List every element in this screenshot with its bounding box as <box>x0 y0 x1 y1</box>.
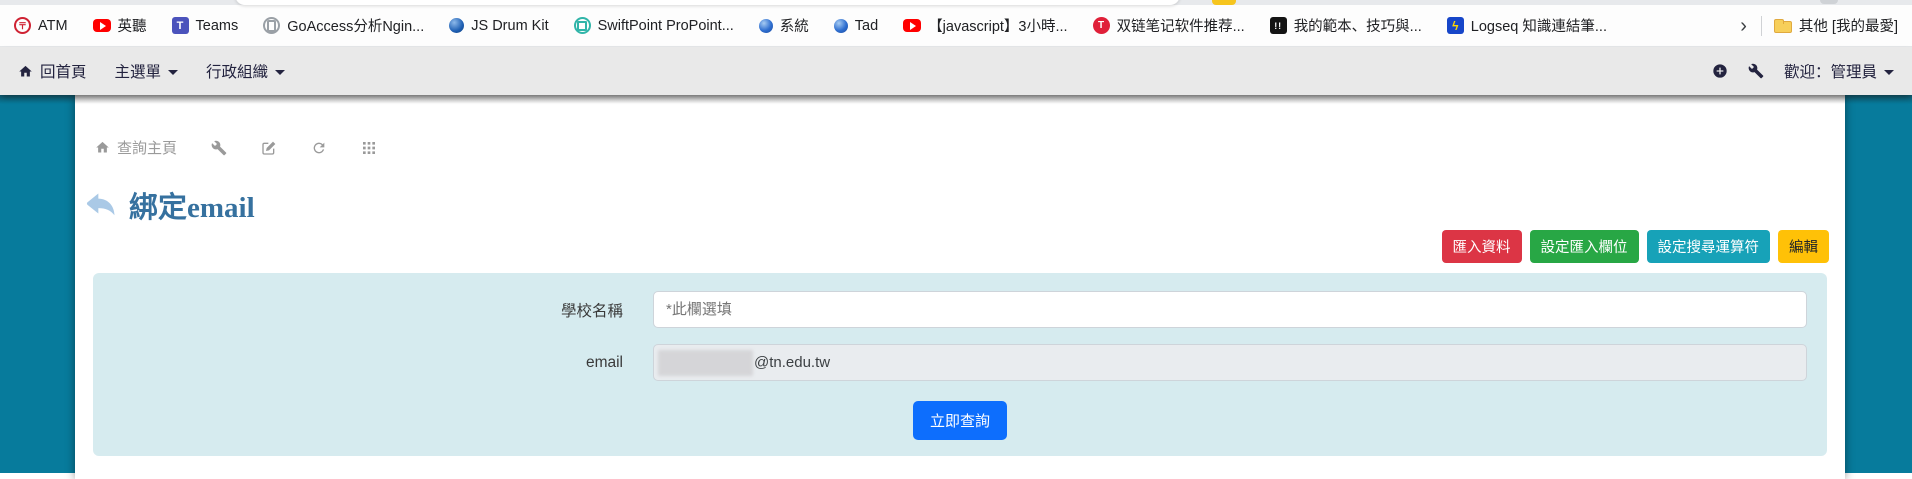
black-square-icon <box>1270 17 1287 34</box>
plus-circle-icon[interactable] <box>1712 63 1728 79</box>
divider <box>1761 16 1762 36</box>
edit-icon[interactable] <box>261 140 277 156</box>
pushpin-icon <box>834 19 848 33</box>
red-circle-icon <box>1093 17 1110 34</box>
goaccess-icon <box>263 17 280 34</box>
content-card: 查詢主頁 綁定email 匯入資料 設定匯入欄位 設定搜尋運算符 <box>75 95 1845 479</box>
avatar-fragment <box>1820 0 1838 4</box>
logseq-icon <box>1447 17 1464 34</box>
bookmark-atm[interactable]: ATM <box>14 17 68 34</box>
bookmark-teams[interactable]: Teams <box>172 17 239 34</box>
bookmarks-bar-right: › 其他 [我的最愛] <box>1738 15 1898 36</box>
pushpin-icon <box>759 19 773 33</box>
set-import-fields-button[interactable]: 設定匯入欄位 <box>1530 230 1639 263</box>
navbar-right: 歡迎：管理員 <box>1712 60 1894 82</box>
email-visible-value: @tn.edu.tw <box>754 354 830 371</box>
school-name-row: 學校名稱 <box>93 291 1827 328</box>
bookmark-javascript-video[interactable]: 【javascript】3小時... <box>903 15 1067 36</box>
school-name-input[interactable] <box>653 291 1807 328</box>
bookmark-english-listening[interactable]: 英聽 <box>93 15 147 36</box>
home-icon <box>95 140 110 155</box>
blue-sphere-icon <box>449 18 464 33</box>
bookmark-bidirectional-notes[interactable]: 双链笔记软件推荐... <box>1093 15 1245 36</box>
swiftpoint-icon <box>574 17 591 34</box>
bookmark-swiftpoint[interactable]: SwiftPoint ProPoint... <box>574 17 734 34</box>
back-arrow-icon[interactable] <box>85 189 117 221</box>
nav-admin-org-dropdown[interactable]: 行政組織 <box>206 60 285 82</box>
submit-row: 立即查詢 <box>93 401 1827 440</box>
nav-main-menu-dropdown[interactable]: 主選單 <box>115 60 179 82</box>
navbar-left: 回首頁 主選單 行政組織 <box>18 60 285 82</box>
toolbar: 匯入資料 設定匯入欄位 設定搜尋運算符 編輯 <box>75 230 1829 263</box>
wrench-icon[interactable] <box>1748 63 1764 79</box>
youtube-icon <box>903 19 921 32</box>
school-name-label: 學校名稱 <box>93 299 653 321</box>
edit-button[interactable]: 編輯 <box>1778 230 1829 263</box>
home-icon <box>18 64 33 79</box>
content-area: 查詢主頁 綁定email 匯入資料 設定匯入欄位 設定搜尋運算符 <box>0 95 1912 479</box>
redacted-text <box>658 350 753 376</box>
title-row: 綁定email <box>85 184 1845 226</box>
post-office-icon <box>14 17 31 34</box>
refresh-icon[interactable] <box>311 140 327 156</box>
import-data-button[interactable]: 匯入資料 <box>1442 230 1522 263</box>
bookmark-js-drum-kit[interactable]: JS Drum Kit <box>449 18 548 34</box>
email-input[interactable]: @tn.edu.tw <box>653 344 1807 381</box>
bookmarks-bar: ATM 英聽 Teams GoAccess分析Ngin... JS Drum K… <box>0 5 1912 47</box>
bookmark-system[interactable]: 系統 <box>759 15 809 36</box>
chevron-down-icon <box>168 70 178 75</box>
folder-icon <box>1774 21 1792 33</box>
bookmark-goaccess[interactable]: GoAccess分析Ngin... <box>263 15 424 36</box>
omnibox-fragment <box>235 0 1180 5</box>
nav-home-link[interactable]: 回首頁 <box>18 60 87 82</box>
bookmarks-other-folder[interactable]: 其他 [我的最愛] <box>1774 15 1898 36</box>
breadcrumb: 查詢主頁 <box>75 95 1845 158</box>
teams-icon <box>172 17 189 34</box>
bookmarks-overflow-chevron-icon[interactable]: › <box>1738 16 1749 36</box>
bookmark-logseq[interactable]: Logseq 知識連結筆... <box>1447 15 1607 36</box>
chevron-down-icon <box>275 70 285 75</box>
breadcrumb-home-link[interactable]: 查詢主頁 <box>95 137 177 158</box>
site-navbar: 回首頁 主選單 行政組織 歡迎：管理員 <box>0 47 1912 95</box>
email-row: email @tn.edu.tw <box>93 344 1827 381</box>
bookmark-tad[interactable]: Tad <box>834 18 878 34</box>
welcome-admin-dropdown[interactable]: 歡迎：管理員 <box>1784 60 1894 82</box>
extension-icon-fragment <box>1212 0 1236 5</box>
grid-icon[interactable] <box>361 140 377 156</box>
chevron-down-icon <box>1884 70 1894 75</box>
bookmarks-list: ATM 英聽 Teams GoAccess分析Ngin... JS Drum K… <box>14 15 1724 36</box>
bookmark-my-templates[interactable]: 我的範本、技巧與... <box>1270 15 1422 36</box>
set-search-operator-button[interactable]: 設定搜尋運算符 <box>1647 230 1771 263</box>
youtube-icon <box>93 19 111 32</box>
query-now-button[interactable]: 立即查詢 <box>913 401 1007 440</box>
email-label: email <box>93 354 653 372</box>
page-title: 綁定email <box>129 184 255 226</box>
browser-chrome-strip <box>0 0 1912 5</box>
search-form-panel: 學校名稱 email @tn.edu.tw 立即查詢 <box>93 273 1827 456</box>
wrench-icon[interactable] <box>211 140 227 156</box>
